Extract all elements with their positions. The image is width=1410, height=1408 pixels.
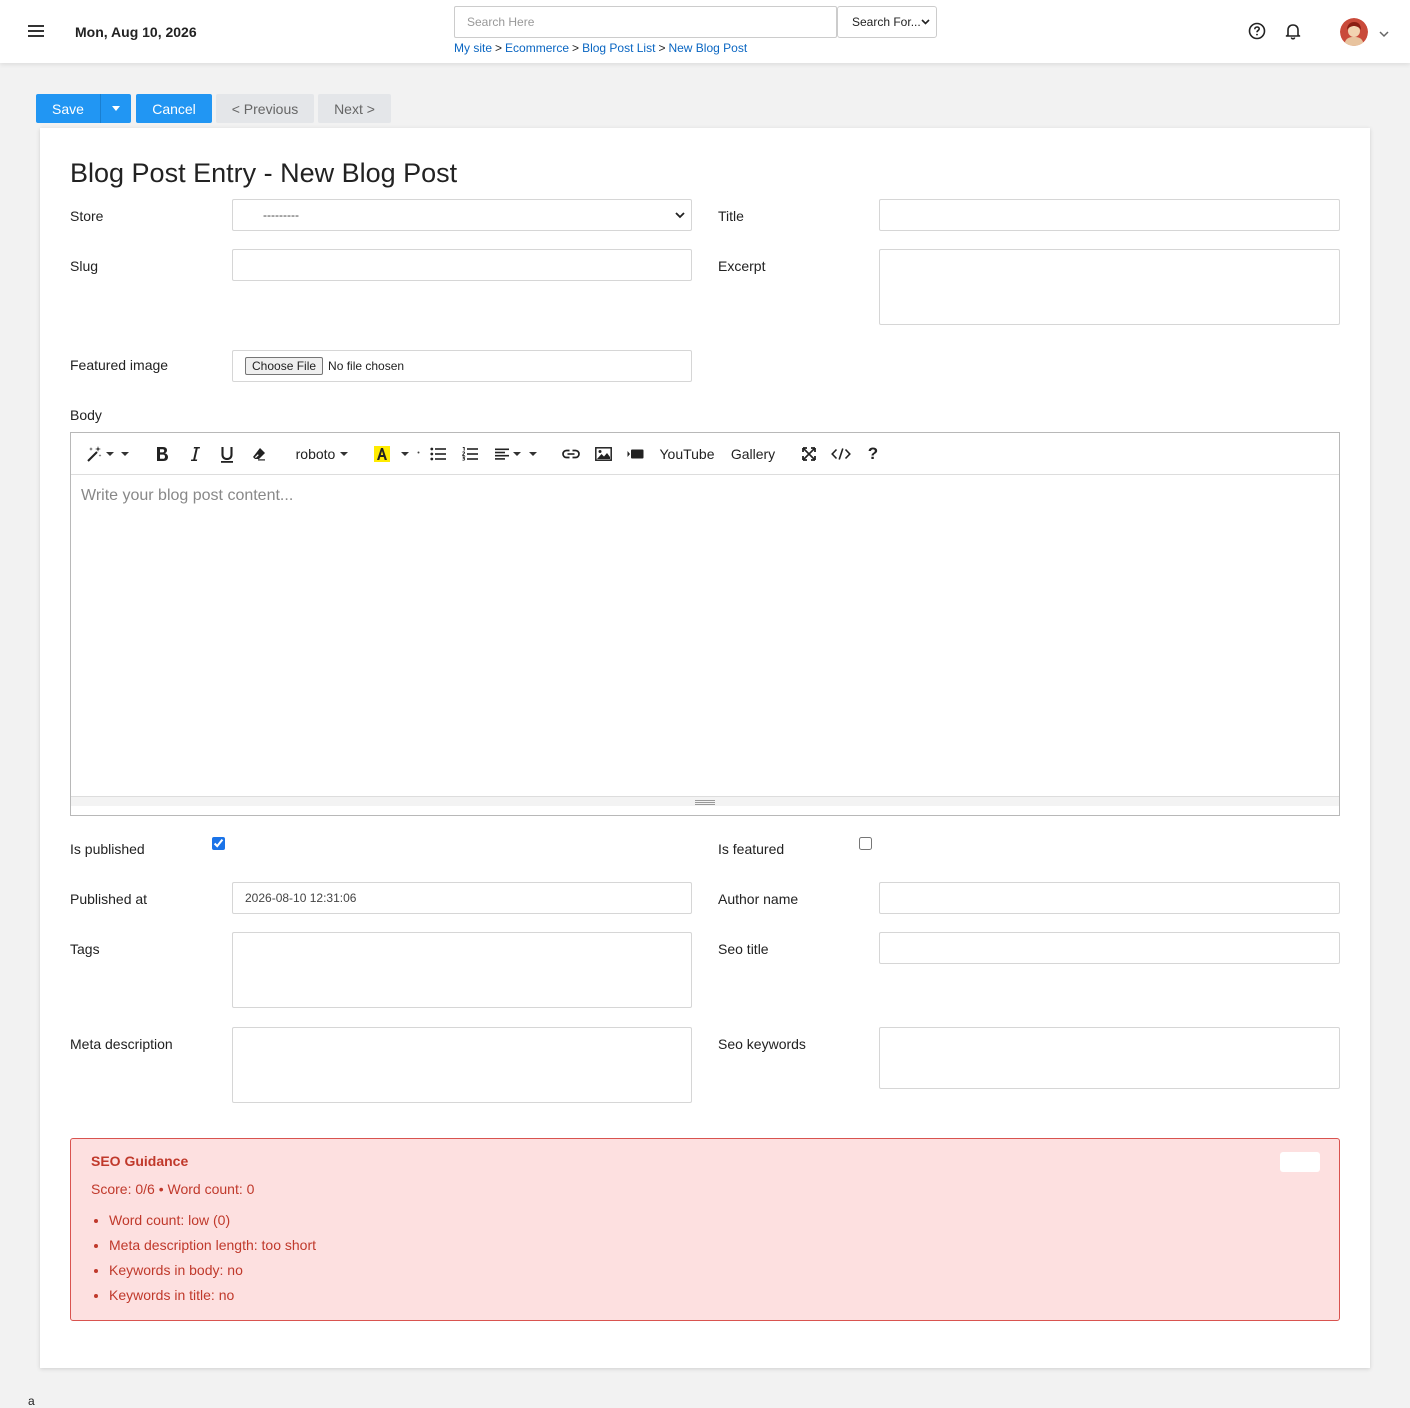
seo-score: Score: 0/6 • Word count: 0 <box>91 1181 255 1197</box>
menu-icon[interactable] <box>26 22 46 40</box>
tags-label: Tags <box>70 941 100 957</box>
slug-input[interactable] <box>232 249 692 281</box>
italic-icon[interactable] <box>184 443 206 465</box>
search-for-label: Search For... <box>852 15 921 29</box>
align-left-icon <box>495 448 509 460</box>
bell-icon[interactable] <box>1284 22 1302 40</box>
breadcrumb-new-blog-post[interactable]: New Blog Post <box>668 41 747 55</box>
seo-checklist: Word count: low (0) Meta description len… <box>91 1211 316 1311</box>
breadcrumb-my-site[interactable]: My site <box>454 41 492 55</box>
author-name-input[interactable] <box>879 882 1340 914</box>
chevron-down-icon <box>921 17 930 27</box>
next-button[interactable]: Next > <box>318 94 391 123</box>
caret-down-icon <box>340 452 349 456</box>
author-name-label: Author name <box>718 891 799 907</box>
excerpt-label: Excerpt <box>718 258 766 274</box>
youtube-button[interactable]: YouTube <box>657 443 717 465</box>
avatar[interactable] <box>1340 18 1368 46</box>
seo-guidance-title: SEO Guidance <box>91 1153 189 1169</box>
slug-label: Slug <box>70 258 99 274</box>
featured-image-file-input: Choose File No file chosen <box>232 350 692 382</box>
is-featured-label: Is featured <box>718 841 785 857</box>
store-select[interactable]: --------- <box>232 199 692 231</box>
is-featured-checkbox[interactable] <box>859 837 872 850</box>
excerpt-textarea[interactable] <box>879 249 1340 325</box>
seo-check-item: Keywords in title: no <box>109 1286 316 1311</box>
seo-keywords-textarea[interactable] <box>879 1027 1340 1089</box>
more-dots-icon[interactable] <box>414 443 422 465</box>
meta-description-textarea[interactable] <box>232 1027 692 1103</box>
font-family-dropdown[interactable]: roboto <box>293 443 351 465</box>
breadcrumb-ecommerce[interactable]: Ecommerce <box>505 41 569 55</box>
breadcrumb-separator: > <box>495 41 503 55</box>
save-button[interactable]: Save <box>36 94 100 123</box>
help-icon[interactable]: ? <box>861 443 885 465</box>
style-menu-caret[interactable] <box>120 443 130 465</box>
editor-placeholder: Write your blog post content... <box>81 487 294 504</box>
help-icon[interactable] <box>1248 22 1266 40</box>
caret-down-icon <box>112 106 120 111</box>
footer-text: a <box>28 1394 35 1408</box>
seo-check-item: Word count: low (0) <box>109 1211 316 1236</box>
editor-content-area[interactable]: Write your blog post content... <box>71 475 1339 795</box>
breadcrumb-separator: > <box>658 41 666 55</box>
is-published-checkbox[interactable] <box>212 837 225 850</box>
published-at-input[interactable] <box>232 882 692 914</box>
is-published-label: Is published <box>70 841 145 857</box>
title-input[interactable] <box>879 199 1340 231</box>
magic-style-icon[interactable] <box>83 443 105 465</box>
underline-icon[interactable] <box>216 443 238 465</box>
page-title: Blog Post Entry - New Blog Post <box>70 158 458 188</box>
store-select-value: --------- <box>263 208 299 222</box>
bold-icon[interactable] <box>151 443 173 465</box>
font-family-label: roboto <box>295 446 336 462</box>
code-view-icon[interactable] <box>829 443 853 465</box>
text-color-caret[interactable] <box>400 443 410 465</box>
text-color-icon[interactable] <box>371 443 393 465</box>
current-date: Mon, Aug 10, 2026 <box>75 24 197 40</box>
fullscreen-icon[interactable] <box>797 443 821 465</box>
featured-image-label: Featured image <box>70 357 169 373</box>
body-label: Body <box>70 407 102 423</box>
link-icon[interactable] <box>559 443 583 465</box>
paragraph-caret[interactable] <box>528 443 538 465</box>
search-for-select[interactable]: Search For... <box>837 6 937 38</box>
top-bar: Mon, Aug 10, 2026 Search For... My site>… <box>0 0 1410 63</box>
caret-down-icon <box>513 452 521 456</box>
seo-toggle-button[interactable] <box>1280 1152 1320 1172</box>
video-icon[interactable] <box>623 443 647 465</box>
seo-check-item: Meta description length: too short <box>109 1236 316 1261</box>
breadcrumb-blog-post-list[interactable]: Blog Post List <box>582 41 655 55</box>
ordered-list-icon[interactable] <box>458 443 482 465</box>
meta-description-label: Meta description <box>70 1036 173 1052</box>
store-label: Store <box>70 208 104 224</box>
unordered-list-icon[interactable] <box>426 443 450 465</box>
editor-toolbar: roboto YouTube Gallery ? <box>71 433 1339 475</box>
rich-text-editor: roboto YouTube Gallery ? Write your blog… <box>70 432 1340 816</box>
tags-textarea[interactable] <box>232 932 692 1008</box>
editor-resize-handle[interactable] <box>71 796 1339 806</box>
title-label: Title <box>718 208 744 224</box>
eraser-icon[interactable] <box>248 443 270 465</box>
save-options-dropdown[interactable] <box>100 94 131 123</box>
image-icon[interactable] <box>591 443 615 465</box>
seo-guidance-panel: SEO Guidance Score: 0/6 • Word count: 0 … <box>70 1138 1340 1321</box>
seo-check-item: Keywords in body: no <box>109 1261 316 1286</box>
published-at-label: Published at <box>70 891 148 907</box>
previous-button[interactable]: < Previous <box>216 94 314 123</box>
choose-file-button[interactable]: Choose File <box>245 357 324 375</box>
style-dropdown-caret[interactable] <box>105 443 115 465</box>
search-input[interactable] <box>454 6 837 38</box>
seo-title-label: Seo title <box>718 941 769 957</box>
breadcrumb-separator: > <box>572 41 580 55</box>
breadcrumb: My site > Ecommerce > Blog Post List > New Blo… <box>454 41 747 55</box>
chevron-down-icon <box>675 208 685 222</box>
file-status: No file chosen <box>328 359 405 373</box>
seo-keywords-label: Seo keywords <box>718 1036 806 1052</box>
chevron-down-icon[interactable] <box>1378 26 1390 38</box>
gallery-button[interactable]: Gallery <box>727 443 779 465</box>
seo-title-input[interactable] <box>879 932 1340 964</box>
cancel-button[interactable]: Cancel <box>136 94 212 123</box>
align-dropdown[interactable] <box>492 443 524 465</box>
